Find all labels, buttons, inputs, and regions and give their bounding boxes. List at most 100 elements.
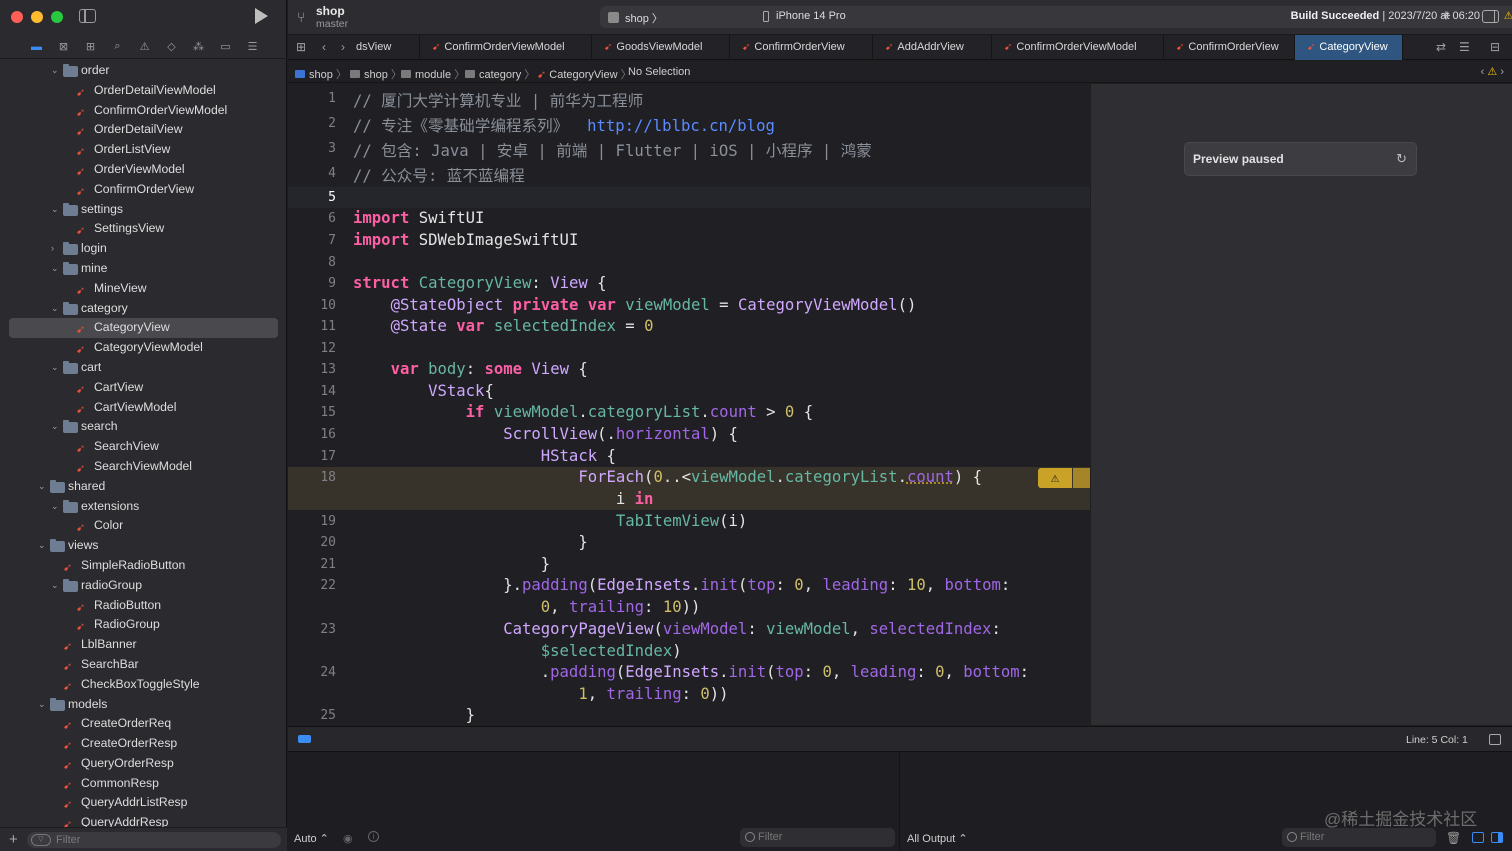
report-navigator-icon[interactable]: ☰ <box>243 39 262 55</box>
code-line[interactable]: 5 <box>288 187 1090 208</box>
refresh-icon[interactable]: ↻ <box>1396 151 1407 167</box>
code-line[interactable]: 10 @StateObject private var viewModel = … <box>288 295 1090 316</box>
code-text[interactable]: struct CategoryView: View { <box>353 273 607 295</box>
code-text[interactable]: // 公众号: 蓝不蓝编程 <box>353 164 525 189</box>
chevron-right-icon[interactable]: › <box>51 239 54 259</box>
code-text[interactable]: TabItemView(i) <box>353 511 747 533</box>
file-row[interactable]: ➹ RadioGroup <box>0 615 287 635</box>
code-line[interactable]: 1 // 厦门大学计算机专业 | 前华为工程师 <box>288 87 1090 112</box>
variables-scope-select[interactable]: Auto ⌃ <box>294 832 329 845</box>
breadcrumb-group-category[interactable]: category 〉 <box>465 66 535 82</box>
code-line[interactable]: 2 // 专注《零基础学编程系列》 http://lblbc.cn/blog <box>288 112 1090 137</box>
line-number[interactable]: 15 <box>288 405 336 420</box>
file-row[interactable]: ➹ LblBanner <box>0 635 287 655</box>
line-number[interactable]: 12 <box>288 341 336 356</box>
code-text[interactable]: }.padding(EdgeInsets.init(top: 0, leadin… <box>353 575 1010 618</box>
code-text[interactable]: // 厦门大学计算机专业 | 前华为工程师 <box>353 89 643 114</box>
folder-row[interactable]: ⌄ order <box>0 61 287 81</box>
run-icon[interactable] <box>255 8 268 24</box>
hide-debug-area-icon[interactable] <box>1489 734 1501 745</box>
code-text[interactable]: ScrollView(.horizontal) { <box>353 424 738 446</box>
add-editor-icon[interactable]: ⊟ <box>1490 40 1500 54</box>
folder-row[interactable]: › login <box>0 239 287 259</box>
line-number[interactable]: 6 <box>288 211 336 226</box>
line-number[interactable]: 3 <box>288 141 336 156</box>
folder-navigator-icon[interactable]: ▬ <box>27 39 46 55</box>
folder-row[interactable]: ⌄ mine <box>0 259 287 279</box>
project-name[interactable]: shop <box>316 4 345 18</box>
line-number[interactable]: 21 <box>288 557 336 572</box>
console-filter-field[interactable]: Filter <box>1282 828 1436 847</box>
file-row[interactable]: ➹ RadioButton <box>0 596 287 616</box>
output-select[interactable]: All Output ⌃ <box>907 832 968 845</box>
code-line[interactable]: 8 <box>288 252 1090 273</box>
code-line[interactable]: 17 HStack { <box>288 446 1090 467</box>
code-line[interactable]: 13 var body: some View { <box>288 359 1090 381</box>
code-text[interactable]: VStack{ <box>353 381 494 403</box>
file-row[interactable]: ➹ CategoryView <box>9 318 278 339</box>
code-line[interactable]: 18 ForEach(0..<viewModel.categoryList.co… <box>288 467 1090 510</box>
file-row[interactable]: ➹ CartView <box>0 378 287 398</box>
code-line[interactable]: 7 import SDWebImageSwiftUI <box>288 230 1090 252</box>
code-text[interactable]: .padding(EdgeInsets.init(top: 0, leading… <box>353 662 1029 705</box>
folder-row[interactable]: ⌄ search <box>0 417 287 437</box>
inspector-toggle-icon[interactable] <box>1482 10 1499 23</box>
file-row[interactable]: ➹ ConfirmOrderView <box>0 180 287 200</box>
related-items-icon[interactable]: ⊞ <box>296 40 306 54</box>
code-text[interactable]: // 包含: Java | 安卓 | 前端 | Flutter | iOS | … <box>353 139 872 164</box>
line-number[interactable]: 22 <box>288 578 336 593</box>
file-row[interactable]: ➹ SearchView <box>0 437 287 457</box>
code-text[interactable]: CategoryPageView(viewModel: viewModel, s… <box>353 619 1001 662</box>
line-number[interactable]: 25 <box>288 708 336 723</box>
file-row[interactable]: ➹ OrderDetailView <box>0 120 287 140</box>
library-add-icon[interactable]: + <box>1441 6 1451 26</box>
code-line[interactable]: 19 TabItemView(i) <box>288 511 1090 532</box>
code-line[interactable]: 11 @State var selectedIndex = 0 <box>288 316 1090 338</box>
line-number[interactable]: 11 <box>288 319 336 334</box>
folder-row[interactable]: ⌄ category <box>0 299 287 319</box>
code-line[interactable]: 9 struct CategoryView: View { <box>288 273 1090 295</box>
code-text[interactable]: } <box>353 554 550 576</box>
forward-icon[interactable]: › <box>341 40 345 54</box>
filter-options-icon[interactable]: ▽ <box>31 834 51 846</box>
line-number[interactable]: 5 <box>288 190 336 205</box>
folder-row[interactable]: ⌄ views <box>0 536 287 556</box>
breadcrumb-symbol[interactable]: No Selection <box>628 66 690 78</box>
line-number[interactable]: 16 <box>288 427 336 442</box>
line-number[interactable]: 19 <box>288 514 336 529</box>
scheme-selector[interactable]: shop 〉 <box>625 10 663 26</box>
close-window-button[interactable] <box>11 11 23 23</box>
branch-name[interactable]: master <box>316 18 348 30</box>
folder-row[interactable]: ⌄ models <box>0 695 287 715</box>
code-text[interactable]: HStack { <box>353 446 616 468</box>
warning-annotation-icon[interactable]: ⚠ <box>1038 468 1072 488</box>
file-row[interactable]: ➹ Color <box>0 516 287 536</box>
info-icon[interactable]: i <box>368 831 379 842</box>
add-file-icon[interactable]: + <box>9 831 18 848</box>
breadcrumb-project[interactable]: shop 〉 <box>295 66 347 82</box>
show-variables-icon[interactable] <box>1472 832 1484 843</box>
file-row[interactable]: ➹ CreateOrderReq <box>0 714 287 734</box>
line-number[interactable]: 7 <box>288 233 336 248</box>
file-row[interactable]: ➹ CreateOrderResp <box>0 734 287 754</box>
editor-tab[interactable]: ➹ ConfirmOrderViewModel <box>992 35 1164 60</box>
code-line[interactable]: 12 <box>288 338 1090 359</box>
editor-tab[interactable]: ➹ AddAddrView <box>873 35 992 60</box>
file-row[interactable]: ➹ QueryAddrListResp <box>0 793 287 813</box>
swap-icon[interactable]: ⇄ <box>1436 40 1446 54</box>
breadcrumb-group-module[interactable]: module 〉 <box>401 66 465 82</box>
code-text[interactable]: } <box>353 705 475 725</box>
line-number[interactable]: 8 <box>288 255 336 270</box>
file-row[interactable]: ➹ SearchBar <box>0 655 287 675</box>
editor-tab[interactable]: ➹ ConfirmOrderView <box>1164 35 1295 60</box>
code-line[interactable]: 14 VStack{ <box>288 381 1090 402</box>
warning-annotation-tail[interactable] <box>1073 468 1090 488</box>
code-line[interactable]: 25 } <box>288 705 1090 725</box>
breadcrumb-group-shop[interactable]: shop 〉 <box>350 66 402 82</box>
file-row[interactable]: ➹ CartViewModel <box>0 398 287 418</box>
file-row[interactable]: ➹ OrderListView <box>0 140 287 160</box>
chevron-down-icon[interactable]: ⌄ <box>38 477 46 497</box>
code-text[interactable]: import SDWebImageSwiftUI <box>353 230 578 252</box>
code-line[interactable]: 21 } <box>288 554 1090 575</box>
debug-navigator-icon[interactable]: ⁂ <box>189 39 208 55</box>
